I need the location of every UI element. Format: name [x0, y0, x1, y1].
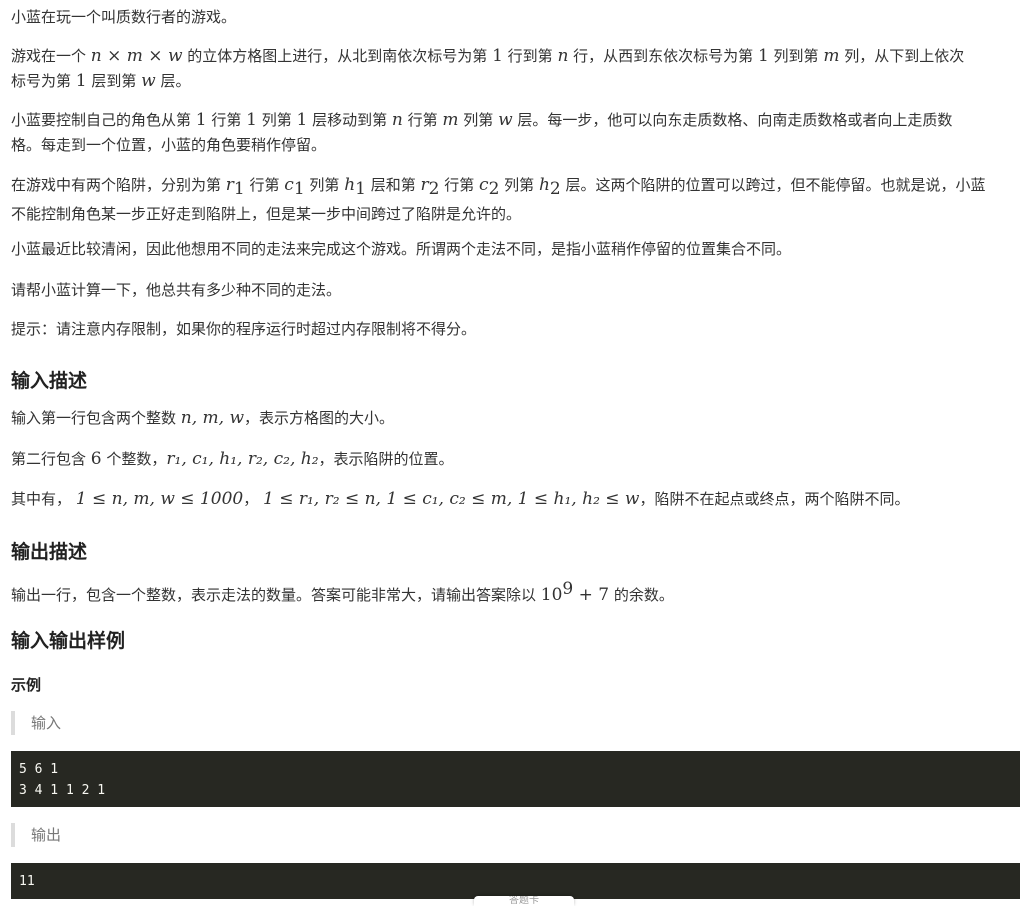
math-subscript: 1	[355, 179, 366, 199]
math-number: 1	[246, 110, 257, 130]
input-line-2: 第二行包含 6 个整数，r₁, c₁, h₁, r₂, c₂, h₂，表示陷阱的…	[11, 447, 454, 472]
math-variable: n	[391, 110, 403, 130]
answer-card-tab[interactable]: 答题卡	[474, 896, 574, 906]
traps-paragraph: 在游戏中有两个陷阱，分别为第 r1 行第 c1 列第 h1 层和第 r2 行第 …	[11, 173, 986, 227]
task-paragraph: 请帮小蓝计算一下，他总共有多少种不同的走法。	[11, 278, 341, 303]
samples-heading: 输入输出样例	[11, 630, 126, 652]
text: 行，从西到东依次标号为第	[568, 47, 758, 65]
text: 小蓝最近比较清闲，因此他想用不同的走法来完成这个游戏。所谓两个走法不同，是指小蓝…	[11, 240, 792, 258]
sample-input-code[interactable]: 5 6 1 3 4 1 1 2 1	[11, 751, 1020, 807]
math-number: + 7	[573, 585, 610, 605]
math-variable: w	[498, 110, 513, 130]
math-number: 6	[90, 449, 102, 469]
math-exponent: 9	[562, 579, 574, 599]
text: 游戏在一个	[11, 47, 91, 65]
math-variable: h	[344, 175, 356, 195]
text: 列第	[256, 111, 297, 129]
input-line-1: 输入第一行包含两个整数 n, m, w，表示方格图的大小。	[11, 406, 394, 431]
output-label: 输出	[31, 826, 62, 844]
math-constraint: 1 ≤ r₁, r₂ ≤ n, 1 ≤ c₁, c₂ ≤ m, 1 ≤ h₁, …	[262, 489, 640, 509]
movement-paragraph: 小蓝要控制自己的角色从第 1 行第 1 列第 1 层移动到第 n 行第 m 列第…	[11, 108, 952, 158]
text: 层到第	[86, 72, 142, 90]
text: 行到第	[502, 47, 558, 65]
text: 行第	[439, 176, 480, 194]
intro-paragraph: 小蓝在玩一个叫质数行者的游戏。	[11, 5, 236, 30]
math-number: 1	[75, 71, 87, 91]
math-dimensions: n × m × w	[90, 46, 183, 66]
math-variable: m	[442, 110, 459, 130]
math-subscript: 2	[549, 179, 561, 199]
text: 层移动到第	[307, 111, 392, 129]
math-variable: r	[420, 175, 429, 195]
math-variable: h	[538, 175, 550, 195]
text: 行第	[206, 111, 247, 129]
intro-text: 小蓝在玩一个叫质数行者的游戏。	[11, 8, 237, 26]
math-subscript: 2	[428, 179, 440, 199]
math-variable: r	[225, 175, 234, 195]
text: 列第	[499, 176, 539, 194]
math-variable: c	[479, 175, 489, 195]
math-number: 1	[195, 110, 207, 130]
text: 列第	[304, 176, 345, 194]
math-number: 1	[492, 46, 503, 66]
text: 格。每走到一个位置，小蓝的角色要稍作停留。	[11, 136, 327, 154]
math-expression: r₁, c₁, h₁, r₂, c₂, h₂	[166, 449, 319, 469]
text: ，	[243, 490, 263, 508]
math-number: 10	[540, 585, 563, 605]
math-variable: n	[557, 46, 569, 66]
math-constraint: 1 ≤ n, m, w ≤ 1000	[75, 489, 244, 509]
math-number: 1	[757, 46, 769, 66]
text: 的立体方格图上进行，从北到南依次标号为第	[182, 47, 493, 65]
text: 行第	[244, 176, 285, 194]
text: 不能控制角色某一步正好走到陷阱上，但是某一步中间跨过了陷阱是允许的。	[11, 205, 522, 223]
text: 请帮小蓝计算一下，他总共有多少种不同的走法。	[11, 281, 342, 299]
input-description-heading: 输入描述	[11, 370, 88, 392]
different-paths-paragraph: 小蓝最近比较清闲，因此他想用不同的走法来完成这个游戏。所谓两个走法不同，是指小蓝…	[11, 237, 791, 262]
text: ，表示方格图的大小。	[244, 409, 395, 427]
math-variable: m	[823, 46, 840, 66]
math-subscript: 2	[488, 179, 500, 199]
input-constraints: 其中有， 1 ≤ n, m, w ≤ 1000， 1 ≤ r₁, r₂ ≤ n,…	[11, 487, 910, 512]
text: ，陷阱不在起点或终点，两个陷阱不同。	[639, 490, 910, 508]
text: 输出一行，包含一个整数，表示走法的数量。答案可能非常大，请输出答案除以	[11, 586, 541, 604]
text: 第二行包含	[11, 450, 91, 468]
memory-hint-paragraph: 提示：请注意内存限制，如果你的程序运行时超过内存限制将不得分。	[11, 317, 476, 342]
math-subscript: 1	[293, 179, 305, 199]
math-subscript: 1	[233, 179, 245, 199]
math-variable: w	[141, 71, 156, 91]
math-variable: c	[284, 175, 294, 195]
text: 层。这两个陷阱的位置可以跨过，但不能停留。也就是说，小蓝	[560, 176, 986, 194]
text: 其中有，	[11, 490, 76, 508]
text: 层。每一步，他可以向东走质数格、向南走质数格或者向上走质数	[512, 111, 953, 129]
input-label-quote: 输入	[11, 711, 61, 735]
output-line: 输出一行，包含一个整数，表示走法的数量。答案可能非常大，请输出答案除以 109 …	[11, 577, 674, 608]
sample-output-code[interactable]: 11	[11, 863, 1020, 899]
text: 提示：请注意内存限制，如果你的程序运行时超过内存限制将不得分。	[11, 320, 477, 338]
output-label-quote: 输出	[11, 823, 61, 847]
output-description-heading: 输出描述	[11, 541, 88, 563]
text: 层和第	[365, 176, 421, 194]
text: 行第	[402, 111, 443, 129]
math-number: 1	[296, 110, 308, 130]
text: 列，从下到上依次	[839, 47, 965, 65]
example-label: 示例	[11, 676, 42, 694]
input-label: 输入	[31, 714, 62, 732]
text: 小蓝要控制自己的角色从第	[11, 111, 196, 129]
text: 层。	[155, 72, 191, 90]
math-expression: n, m, w	[180, 408, 245, 428]
grid-description-paragraph: 游戏在一个 n × m × w 的立体方格图上进行，从北到南依次标号为第 1 行…	[11, 44, 964, 94]
text: 列到第	[768, 47, 824, 65]
text: 输入第一行包含两个整数	[11, 409, 181, 427]
text: 在游戏中有两个陷阱，分别为第	[11, 176, 226, 194]
text: 列第	[458, 111, 499, 129]
text: 的余数。	[609, 586, 674, 604]
text: 标号为第	[11, 72, 76, 90]
text: ，表示陷阱的位置。	[318, 450, 454, 468]
text: 个整数，	[101, 450, 167, 468]
